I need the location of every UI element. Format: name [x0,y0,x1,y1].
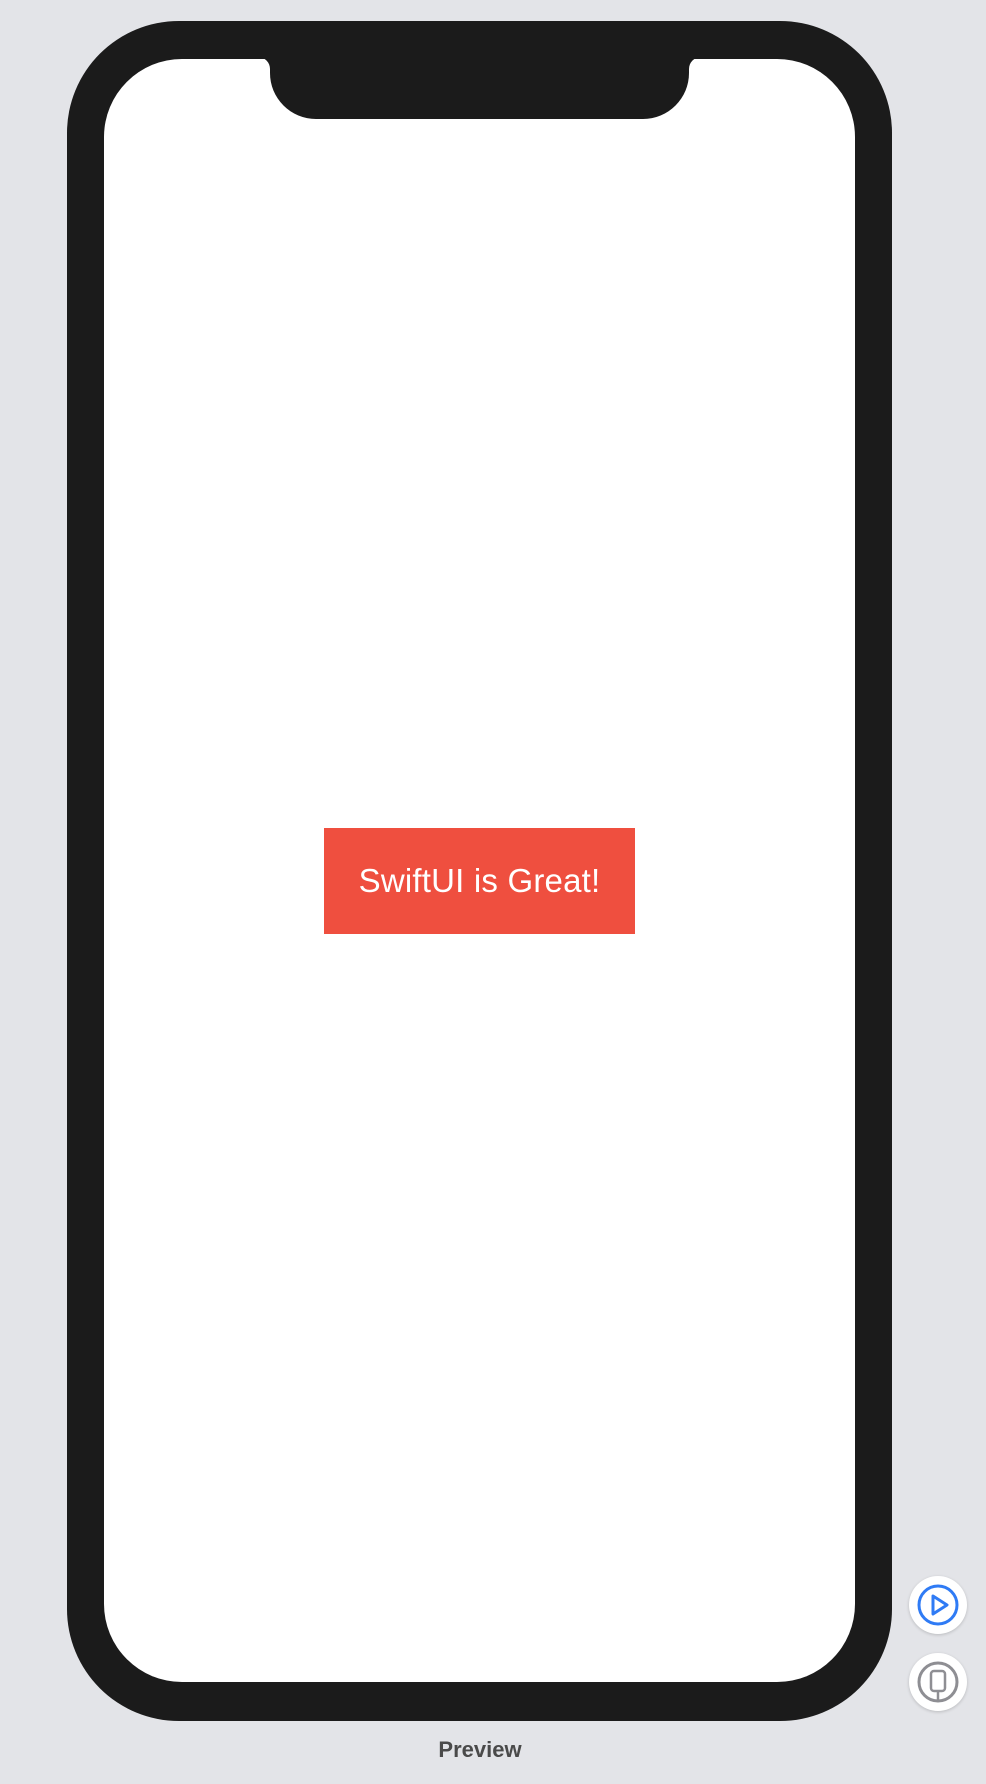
play-circle-icon [917,1584,959,1626]
swiftui-text-label: SwiftUI is Great! [324,828,635,934]
device-notch [270,59,689,119]
iphone-icon [917,1661,959,1703]
swiftui-text: SwiftUI is Great! [358,862,601,899]
preview-device-button[interactable] [909,1653,967,1711]
preview-caption: Preview [438,1737,522,1762]
notch-corner-right [689,59,701,69]
device-frame: SwiftUI is Great! [67,21,892,1721]
live-preview-button[interactable] [909,1576,967,1634]
notch-corner-left [258,59,270,69]
preview-canvas: SwiftUI is Great! Preview [0,0,986,1784]
device-screen: SwiftUI is Great! [104,59,855,1682]
